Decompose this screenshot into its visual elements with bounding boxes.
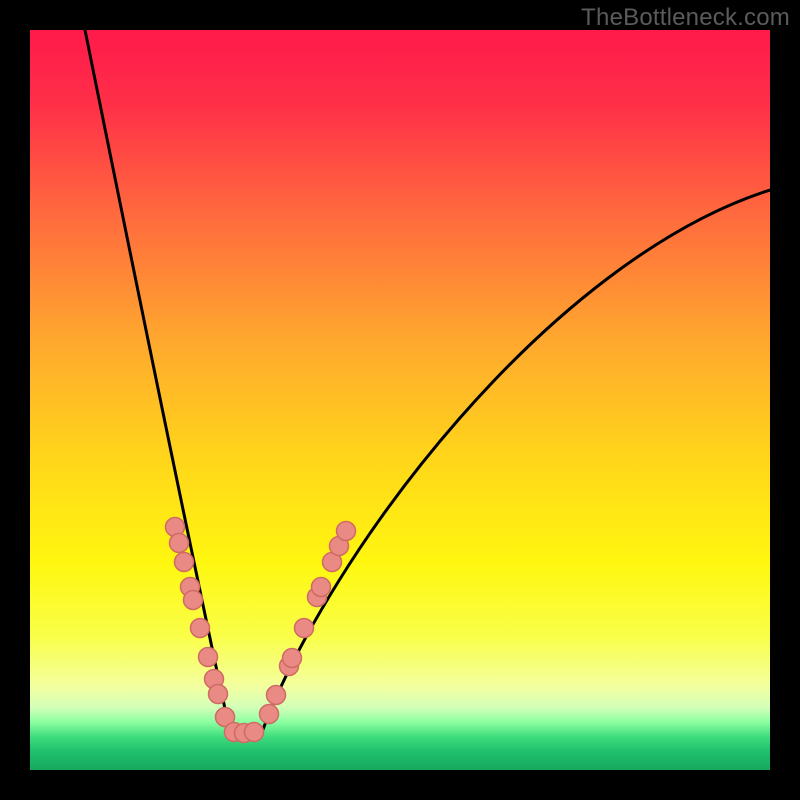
curve-layer bbox=[30, 30, 770, 770]
chart-stage: TheBottleneck.com bbox=[0, 0, 800, 800]
watermark-text: TheBottleneck.com bbox=[581, 4, 790, 32]
curve-marker bbox=[267, 686, 286, 705]
curve-marker bbox=[191, 619, 210, 638]
curve-marker bbox=[209, 685, 228, 704]
curve-marker bbox=[312, 578, 331, 597]
curve-marker bbox=[175, 553, 194, 572]
curve-marker bbox=[283, 649, 302, 668]
curve-markers bbox=[166, 518, 356, 743]
curve-marker bbox=[337, 522, 356, 541]
curve-marker bbox=[184, 591, 203, 610]
plot-area bbox=[30, 30, 770, 770]
curve-marker bbox=[245, 723, 264, 742]
curve-marker bbox=[199, 648, 218, 667]
curve-marker bbox=[260, 705, 279, 724]
curve-marker bbox=[170, 534, 189, 553]
bottleneck-curve bbox=[85, 30, 770, 732]
curve-marker bbox=[295, 619, 314, 638]
